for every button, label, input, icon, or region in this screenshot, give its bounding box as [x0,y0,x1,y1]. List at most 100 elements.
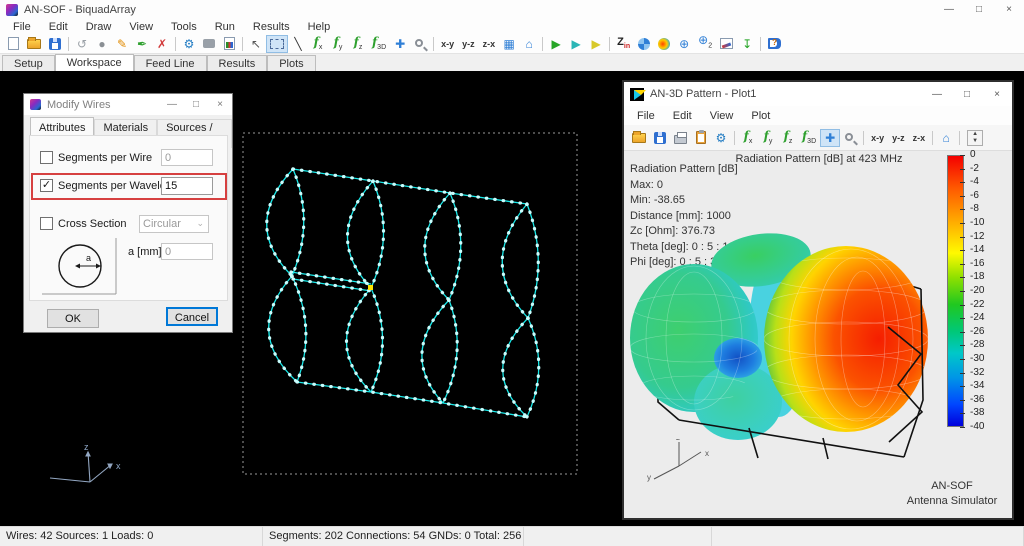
source-marker[interactable] [368,285,373,290]
menu-edit[interactable]: Edit [40,21,77,33]
draw-line-button[interactable]: ╲ [288,35,308,53]
tab-setup[interactable]: Setup [2,55,55,71]
pattern-plot-area[interactable]: Radiation Pattern [dB] at 423 MHz Radiat… [624,149,1012,518]
menu-results[interactable]: Results [244,21,299,33]
smith-chart-2-button[interactable]: ⊕2 [694,34,716,53]
minimize-button[interactable]: — [934,0,964,19]
view-zx-button[interactable]: z-x [909,129,930,147]
colorbar-tick-label: -36 [970,393,985,405]
rotate-y-button[interactable]: fy [758,129,778,147]
ok-button[interactable]: OK [47,309,99,328]
pattern-window[interactable]: AN-3D Pattern - Plot1 — □ × File Edit View… [622,80,1014,520]
new-file-button[interactable] [3,35,23,53]
rotate-3d-button[interactable]: f3D [368,35,390,53]
edit-wire-button[interactable]: ✎ [112,35,132,53]
scale-spinner-icon[interactable]: ▲ ▼ [967,129,984,146]
modify-wires-dialog[interactable]: Modify Wires — □ × Attributes Materials So… [23,93,233,333]
scale-spinner-button[interactable]: ▲ ▼ [963,129,987,147]
far-field-3d-button[interactable] [654,35,674,53]
copy-button[interactable] [691,129,711,147]
comment-button[interactable] [199,35,219,53]
run-far-field-button[interactable]: ▶ [566,35,586,53]
pattern-menu-view[interactable]: View [701,110,743,122]
cross-section-select[interactable]: Circular ⌄ [139,215,209,233]
help-button[interactable] [764,35,785,53]
settings-button[interactable]: ⚙ [711,129,731,147]
cross-section-checkbox[interactable] [40,217,53,230]
colorbar-tick-label: -24 [970,312,985,324]
segments-per-wavelength-input[interactable] [161,177,213,195]
pattern-menu-file[interactable]: File [628,110,664,122]
plot-results-button[interactable] [716,35,737,53]
export-results-button[interactable]: ↧ [737,35,757,53]
pattern-minimize-button[interactable]: — [922,82,952,106]
view-xy-button[interactable]: x-y [437,35,458,53]
fit-view-button[interactable]: ▦ [499,35,519,53]
open-pattern-button[interactable] [628,129,650,147]
home-view-button[interactable]: ⌂ [519,35,539,53]
delete-wire-button[interactable]: ✗ [152,35,172,53]
pattern-menu-plot[interactable]: Plot [742,110,779,122]
select-rectangle-button[interactable] [266,34,288,53]
view-xy-button[interactable]: x-y [867,129,888,147]
dialog-minimize-button[interactable]: — [160,94,184,115]
pointer-button[interactable]: ↖ [246,35,266,53]
tab-plots[interactable]: Plots [267,55,316,71]
rotate-3d-button[interactable]: f3D [798,129,820,147]
dialog-titlebar[interactable]: Modify Wires — □ × [24,94,232,115]
pattern-titlebar[interactable]: AN-3D Pattern - Plot1 — □ × [624,82,1012,106]
tab-workspace[interactable]: Workspace [54,54,134,71]
rotate-z-button[interactable]: fz [778,129,798,147]
main-titlebar[interactable]: AN-SOF - BiquadArray — □ × [0,0,1024,19]
menu-run[interactable]: Run [206,21,244,33]
print-button[interactable] [670,129,691,147]
point-button[interactable]: ● [92,35,112,53]
pattern-menu-edit[interactable]: Edit [664,110,701,122]
report-button[interactable] [219,35,239,53]
close-button[interactable]: × [994,0,1024,19]
input-impedance-button[interactable]: Zin [613,35,634,53]
move-view-button[interactable]: ✚ [820,128,841,147]
pattern-maximize-button[interactable]: □ [952,82,982,106]
open-project-button[interactable] [23,35,45,53]
segments-per-wire-input[interactable] [161,149,213,166]
view-yz-button[interactable]: y-z [458,35,479,53]
run-near-field-button[interactable]: ▶ [586,35,606,53]
menu-tools[interactable]: Tools [162,21,206,33]
menu-view[interactable]: View [120,21,162,33]
smith-chart-button[interactable]: ⊕ [674,35,694,53]
run-currents-button[interactable]: ▶ [546,35,566,53]
cancel-button[interactable]: Cancel [166,307,218,326]
move-view-button[interactable]: ✚ [390,35,410,53]
pattern-close-button[interactable]: × [982,82,1012,106]
rotate-x-button[interactable]: fx [308,35,328,53]
wire-color-button[interactable]: ✒ [132,35,152,53]
footer-subtitle: Antenna Simulator [906,495,998,507]
dialog-maximize-button[interactable]: □ [184,94,208,115]
undo-button[interactable]: ↺ [72,35,92,53]
tab-feed-line[interactable]: Feed Line [133,55,207,71]
menu-file[interactable]: File [4,21,40,33]
zoom-button[interactable] [410,35,430,53]
maximize-button[interactable]: □ [964,0,994,19]
rotate-y-button[interactable]: fy [328,35,348,53]
rotate-z-button[interactable]: fz [348,35,368,53]
spinner-up-icon[interactable]: ▲ [968,131,982,138]
view-zx-button[interactable]: z-x [479,35,500,53]
view-yz-button[interactable]: y-z [888,129,909,147]
menu-draw[interactable]: Draw [77,21,121,33]
segments-per-wire-checkbox[interactable] [40,151,53,164]
zoom-button[interactable] [840,129,860,147]
tab-results[interactable]: Results [206,55,268,71]
segments-per-wavelength-checkbox[interactable]: ✓ [40,179,53,192]
spinner-down-icon[interactable]: ▼ [968,138,982,145]
radius-input[interactable] [161,243,213,260]
save-project-button[interactable] [45,35,65,53]
radiation-pattern-button[interactable] [634,35,654,53]
rotate-x-button[interactable]: fx [738,129,758,147]
save-pattern-button[interactable] [650,129,670,147]
dialog-close-button[interactable]: × [208,94,232,115]
menu-help[interactable]: Help [299,21,340,33]
home-view-button[interactable]: ⌂ [936,129,956,147]
preferences-button[interactable]: ⚙ [179,35,199,53]
